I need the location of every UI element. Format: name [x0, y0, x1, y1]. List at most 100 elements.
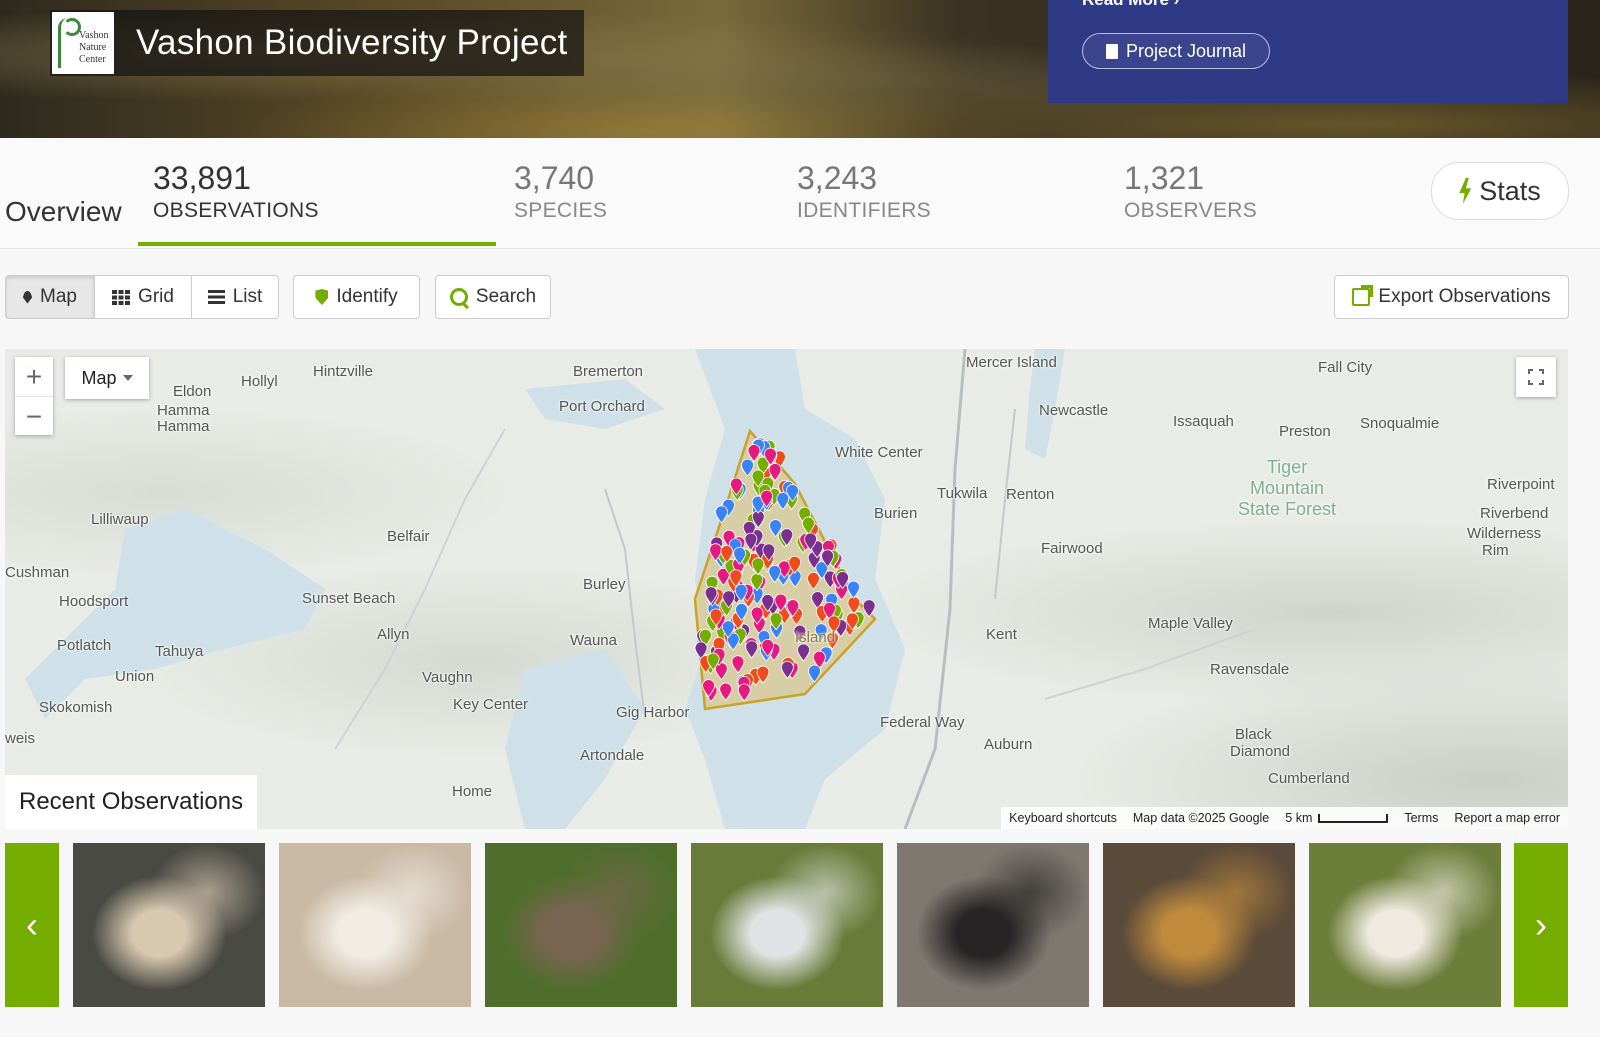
- place-label: Lilliwaup: [91, 511, 149, 528]
- tab-observers[interactable]: 1,321 OBSERVERS: [1124, 160, 1257, 223]
- place-label: Skokomish: [39, 699, 113, 716]
- place-label: Issaquah: [1173, 413, 1234, 430]
- observations-map[interactable]: Bremerton Port Orchard Mercer Island New…: [5, 349, 1568, 829]
- observation-thumbnail[interactable]: [73, 843, 265, 1007]
- project-banner: Vashon Nature Center Vashon Biodiversity…: [0, 0, 1600, 138]
- place-label: Eldon: [173, 383, 212, 400]
- place-label: Port Orchard: [559, 398, 645, 415]
- park-label-line: Mountain: [1249, 478, 1325, 498]
- identifiers-count: 3,243: [797, 160, 878, 196]
- map-data-credit: Map data ©2025 Google: [1132, 811, 1270, 825]
- book-icon: [1105, 43, 1118, 59]
- place-label: Vaughn: [422, 669, 473, 686]
- carousel-prev-button[interactable]: ‹: [5, 843, 59, 1007]
- identify-icon: [315, 289, 329, 305]
- place-label: Belfair: [387, 528, 430, 545]
- grid-icon: [112, 289, 131, 305]
- stats-button[interactable]: Stats: [1431, 162, 1569, 220]
- place-label: Maple Valley: [1148, 615, 1233, 632]
- observations-count: 33,891: [153, 160, 251, 196]
- observations-label: OBSERVATIONS: [153, 199, 319, 222]
- place-label: Cumberland: [1268, 770, 1350, 787]
- fullscreen-button[interactable]: [1516, 357, 1556, 397]
- search-button[interactable]: Search: [435, 275, 551, 319]
- grid-view-button[interactable]: Grid: [94, 275, 192, 319]
- place-label: Gig Harbor: [616, 704, 690, 721]
- place-label: Tahuya: [155, 643, 204, 660]
- active-tab-indicator: [138, 242, 496, 246]
- place-label: Union: [115, 668, 155, 685]
- project-journal-label: Project Journal: [1125, 40, 1247, 61]
- place-label: Black: [1235, 726, 1272, 743]
- place-label: Federal Way: [880, 714, 965, 731]
- road-405: [994, 408, 1016, 600]
- stats-bar: Overview 33,891 OBSERVATIONS 3,740 SPECI…: [0, 138, 1600, 249]
- place-label: Rim: [1482, 542, 1509, 559]
- project-journal-button[interactable]: Project Journal: [1082, 33, 1270, 69]
- terms-link[interactable]: Terms: [1404, 811, 1438, 825]
- place-label: Wilderness: [1467, 525, 1542, 542]
- grid-view-label: Grid: [138, 286, 174, 307]
- place-label: Mercer Island: [966, 354, 1057, 371]
- place-label: Snoqualmie: [1360, 415, 1440, 432]
- overview-tab[interactable]: Overview: [5, 196, 122, 228]
- map-canvas[interactable]: [5, 349, 1568, 829]
- place-label: Preston: [1279, 423, 1331, 440]
- list-icon: [207, 290, 225, 304]
- project-description-panel: Read More › Project Journal: [1048, 0, 1568, 103]
- place-label: Sunset Beach: [302, 590, 396, 607]
- place-label: Burien: [874, 505, 918, 522]
- list-view-button[interactable]: List: [191, 275, 279, 319]
- map-scale-label: 5 km: [1285, 811, 1313, 825]
- species-label: SPECIES: [514, 199, 608, 222]
- project-title-box: Vashon Nature Center Vashon Biodiversity…: [50, 10, 584, 76]
- map-type-label: Map: [81, 367, 117, 388]
- tab-species[interactable]: 3,740 SPECIES: [514, 160, 607, 223]
- map-type-dropdown[interactable]: Map: [65, 357, 149, 399]
- fern-icon: [58, 18, 81, 68]
- list-view-label: List: [232, 286, 263, 307]
- map-marker-icon: [23, 290, 33, 304]
- identify-button[interactable]: Identify: [293, 275, 420, 319]
- place-label: Tukwila: [937, 485, 988, 502]
- place-label: Bremerton: [573, 363, 644, 380]
- report-map-error-link[interactable]: Report a map error: [1454, 811, 1560, 825]
- vashon-nature-center-logo[interactable]: Vashon Nature Center: [52, 12, 114, 74]
- observation-thumbnail[interactable]: [1309, 843, 1501, 1007]
- keyboard-shortcuts-link[interactable]: Keyboard shortcuts: [1009, 811, 1117, 825]
- external-link-icon: [1352, 285, 1374, 306]
- logo-text-line: Vashon: [79, 30, 109, 41]
- map-view-button[interactable]: Map: [5, 275, 95, 319]
- place-label: Auburn: [984, 736, 1033, 753]
- tab-identifiers[interactable]: 3,243 IDENTIFIERS: [797, 160, 931, 223]
- place-label: Riverpoint: [1487, 476, 1555, 493]
- zoom-in-button[interactable]: +: [15, 357, 53, 397]
- observation-thumbnail[interactable]: [897, 843, 1089, 1007]
- observation-thumbnail[interactable]: [485, 843, 677, 1007]
- observation-thumbnail[interactable]: [279, 843, 471, 1007]
- place-label: weis: [5, 730, 36, 747]
- logo-text-line: Nature: [79, 42, 107, 53]
- place-label: Hollyl: [241, 373, 278, 390]
- identifiers-label: IDENTIFIERS: [797, 199, 931, 222]
- zoom-out-button[interactable]: −: [15, 397, 53, 436]
- observation-thumbnail[interactable]: [1103, 843, 1295, 1007]
- place-label: Allyn: [377, 626, 410, 643]
- observers-label: OBSERVERS: [1124, 199, 1258, 222]
- map-scale: 5 km: [1285, 811, 1389, 825]
- read-more-link[interactable]: Read More ›: [1082, 0, 1179, 10]
- place-label: Hoodsport: [59, 593, 129, 610]
- export-label: Export Observations: [1378, 286, 1551, 307]
- species-count: 3,740: [514, 160, 595, 196]
- tab-observations[interactable]: 33,891 OBSERVATIONS: [153, 160, 319, 223]
- place-label: Hamma: [157, 418, 210, 435]
- place-label: Riverbend: [1480, 505, 1549, 522]
- lightning-icon: [1459, 178, 1472, 204]
- observation-thumbnail[interactable]: [691, 843, 883, 1007]
- search-label: Search: [475, 286, 537, 307]
- place-label: Kent: [986, 626, 1017, 643]
- export-observations-button[interactable]: Export Observations: [1334, 275, 1569, 319]
- carousel-next-button[interactable]: ›: [1514, 843, 1568, 1007]
- place-label: Hintzville: [313, 363, 374, 380]
- identify-label: Identify: [336, 286, 398, 307]
